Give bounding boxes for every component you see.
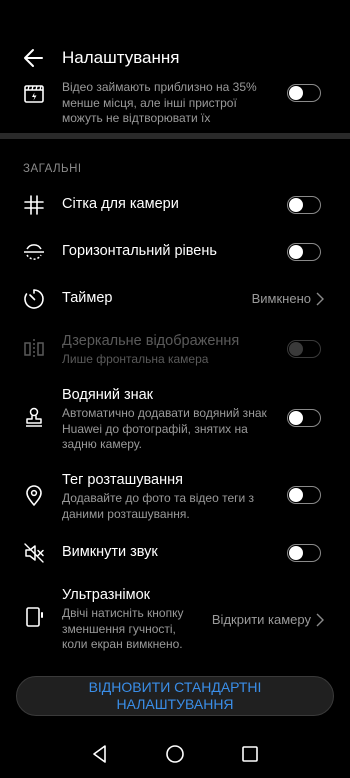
restore-defaults-button[interactable]: ВІДНОВИТИ СТАНДАРТНІ НАЛАШТУВАННЯ bbox=[16, 676, 334, 716]
toggle-knob bbox=[289, 488, 303, 502]
level-toggle[interactable] bbox=[287, 243, 321, 261]
watermark-sub: Автоматично додавати водяний знак Huawei… bbox=[62, 406, 267, 451]
phone-volume-icon bbox=[26, 607, 43, 627]
mute-icon bbox=[24, 543, 44, 563]
section-divider bbox=[0, 133, 350, 139]
ultrasnap-sub: Двічі натисніть кнопку зменшення гучност… bbox=[62, 606, 184, 651]
location-sub: Додавайте до фото та відео теги з даними… bbox=[62, 491, 255, 521]
ultrasnap-value: Відкрити камеру bbox=[211, 612, 311, 627]
timer-value: Вимкнено bbox=[251, 291, 311, 306]
level-row[interactable]: Горизонтальний рівень bbox=[0, 239, 350, 265]
mirror-row[interactable]: Дзеркальне відображення Лише фронтальна … bbox=[0, 333, 350, 369]
mirror-sub: Лише фронтальна камера bbox=[62, 352, 209, 366]
mute-toggle[interactable] bbox=[287, 544, 321, 562]
nav-recents-icon[interactable] bbox=[238, 742, 262, 766]
mirror-toggle[interactable] bbox=[287, 340, 321, 358]
grid-toggle[interactable] bbox=[287, 196, 321, 214]
watermark-toggle[interactable] bbox=[287, 409, 321, 427]
mute-label: Вимкнути звук bbox=[62, 544, 158, 560]
location-pin-icon bbox=[26, 485, 42, 506]
stamp-icon bbox=[26, 407, 42, 427]
page-title: Налаштування bbox=[62, 48, 180, 67]
video-file-icon bbox=[24, 85, 44, 103]
location-toggle[interactable] bbox=[287, 486, 321, 504]
restore-defaults-label: ВІДНОВИТИ СТАНДАРТНІ НАЛАШТУВАННЯ bbox=[88, 679, 262, 712]
chevron-right-icon bbox=[316, 613, 324, 627]
timer-label: Таймер bbox=[62, 290, 113, 306]
toggle-knob bbox=[289, 342, 303, 356]
toggle-knob bbox=[289, 546, 303, 560]
watermark-row[interactable]: Водяний знак Автоматично додавати водяни… bbox=[0, 387, 350, 453]
level-label: Горизонтальний рівень bbox=[62, 243, 217, 259]
location-label: Тег розташування bbox=[62, 472, 183, 488]
back-arrow-icon[interactable] bbox=[22, 46, 46, 70]
chevron-right-icon bbox=[316, 292, 324, 306]
ultrasnap-row[interactable]: Ультразнімок Двічі натисніть кнопку змен… bbox=[0, 587, 350, 653]
grid-label: Сітка для камери bbox=[62, 196, 179, 212]
toggle-knob bbox=[289, 245, 303, 259]
horizon-level-icon bbox=[24, 244, 44, 260]
system-nav-bar bbox=[0, 730, 350, 778]
grid-icon bbox=[24, 195, 44, 215]
location-row[interactable]: Тег розташування Додавайте до фото та ві… bbox=[0, 472, 350, 522]
toggle-knob bbox=[289, 198, 303, 212]
section-header-general: ЗАГАЛЬНІ bbox=[23, 163, 82, 175]
video-note-text: Відео займають приблизно на 35% менше мі… bbox=[62, 80, 257, 125]
header: Налаштування bbox=[0, 40, 350, 80]
mute-row[interactable]: Вимкнути звук bbox=[0, 540, 350, 566]
mirror-label: Дзеркальне відображення bbox=[62, 333, 240, 349]
timer-icon bbox=[24, 289, 44, 309]
ultrasnap-label: Ультразнімок bbox=[62, 587, 150, 603]
toggle-knob bbox=[289, 411, 303, 425]
nav-home-icon[interactable] bbox=[163, 742, 187, 766]
toggle-knob bbox=[289, 86, 303, 100]
watermark-label: Водяний знак bbox=[62, 387, 154, 403]
grid-row[interactable]: Сітка для камери bbox=[0, 192, 350, 218]
timer-row[interactable]: Таймер Вимкнено bbox=[0, 286, 350, 312]
video-format-row[interactable]: Відео займають приблизно на 35% менше мі… bbox=[0, 80, 350, 130]
mirror-icon bbox=[24, 339, 44, 359]
nav-back-icon[interactable] bbox=[88, 742, 112, 766]
video-format-toggle[interactable] bbox=[287, 84, 321, 102]
